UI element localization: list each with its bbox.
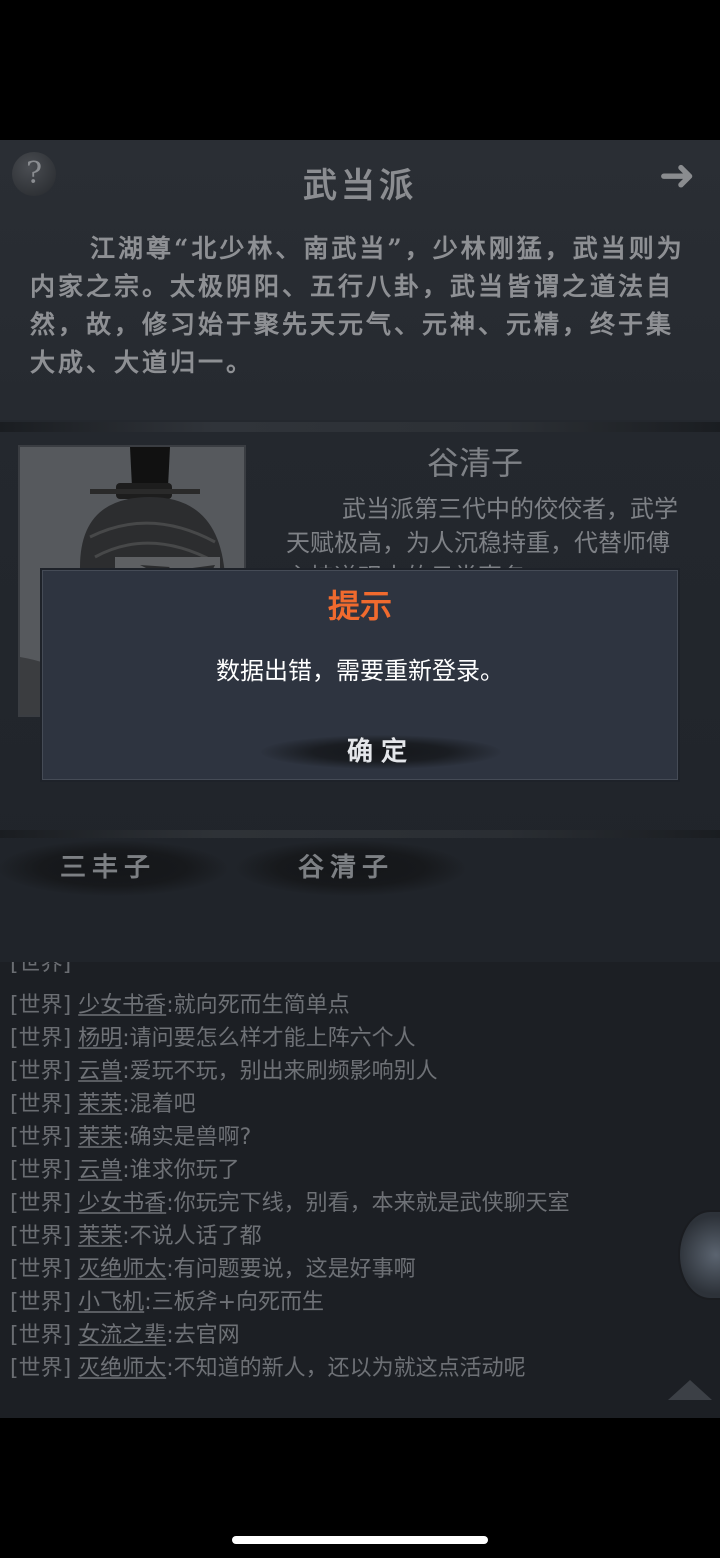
modal-overlay: 提示 数据出错，需要重新登录。 确定: [0, 0, 720, 1558]
confirm-button[interactable]: 确定: [261, 727, 501, 777]
alert-dialog: 提示 数据出错，需要重新登录。 确定: [42, 570, 678, 780]
confirm-label: 确定: [346, 737, 415, 767]
dialog-title: 提示: [327, 587, 392, 625]
home-indicator[interactable]: [232, 1536, 488, 1544]
dialog-message: 数据出错，需要重新登录。: [216, 657, 504, 685]
